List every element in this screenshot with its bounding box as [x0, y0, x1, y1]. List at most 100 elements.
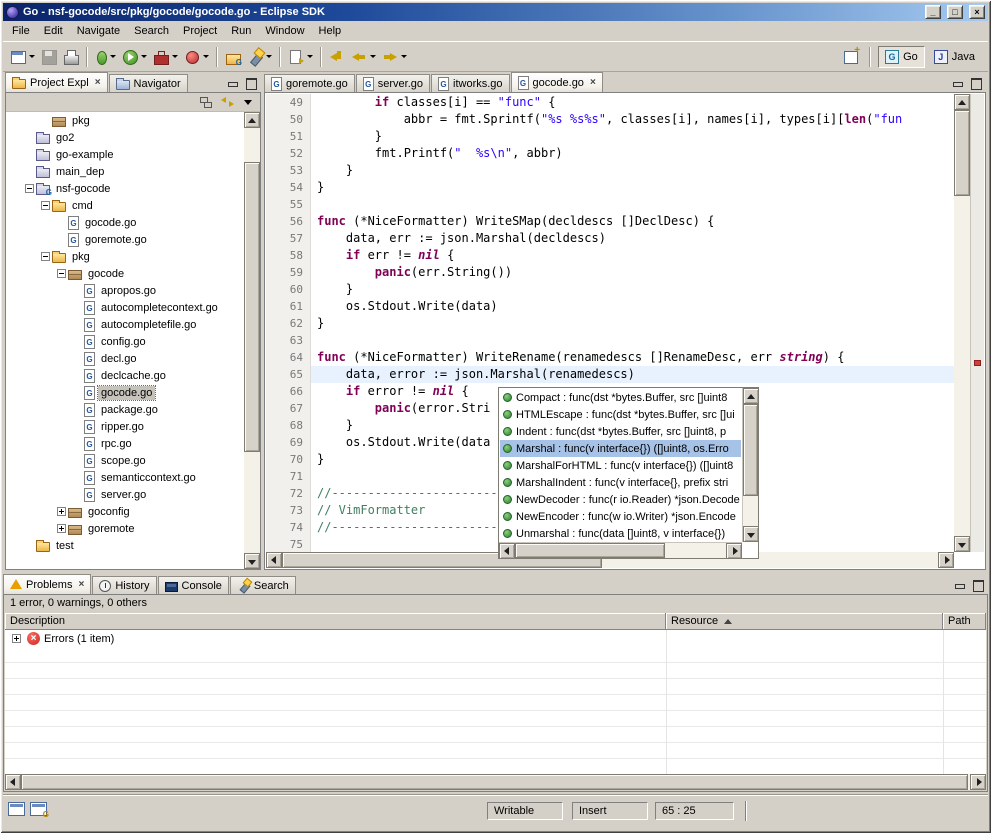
tree-item-config-go[interactable]: config.go — [6, 333, 244, 350]
completion-item-htmlescape[interactable]: HTMLEscape : func(dst *bytes.Buffer, src… — [500, 406, 741, 423]
view-maximize-button[interactable] — [970, 578, 986, 592]
tree-item-go2[interactable]: go2 — [6, 129, 244, 146]
tree-item-package-go[interactable]: package.go — [6, 401, 244, 418]
expand-icon[interactable] — [57, 507, 66, 516]
expand-icon[interactable] — [57, 524, 66, 533]
close-tab-icon[interactable]: × — [95, 78, 101, 88]
tree-item-main-dep[interactable]: main_dep — [6, 163, 244, 180]
tree-item-scope-go[interactable]: scope.go — [6, 452, 244, 469]
scroll-down-button[interactable] — [743, 526, 759, 542]
scroll-down-button[interactable] — [244, 553, 260, 569]
problems-horizontal-scrollbar[interactable] — [5, 774, 986, 790]
dropdown-arrow-icon[interactable] — [203, 55, 209, 58]
close-button[interactable]: × — [969, 5, 985, 19]
tree-item-ripper-go[interactable]: ripper.go — [6, 418, 244, 435]
scroll-right-button[interactable] — [726, 543, 742, 559]
forward-button[interactable] — [379, 45, 410, 69]
collapse-icon[interactable] — [57, 269, 66, 278]
completion-item-marshalindent[interactable]: MarshalIndent : func(v interface{}, pref… — [500, 474, 741, 491]
code-line-55[interactable]: 55 — [266, 196, 954, 213]
tree-item-decl-go[interactable]: decl.go — [6, 350, 244, 367]
tree-item-nsf-gocode[interactable]: nsf-gocode — [6, 180, 244, 197]
editor-tab-itworks-go[interactable]: itworks.go — [431, 74, 510, 92]
tree-item-cmd[interactable]: cmd — [6, 197, 244, 214]
code-line-59[interactable]: 59 panic(err.String()) — [266, 264, 954, 281]
dropdown-arrow-icon[interactable] — [141, 55, 147, 58]
dropdown-arrow-icon[interactable] — [29, 55, 35, 58]
profile-button[interactable] — [181, 45, 212, 69]
code-line-53[interactable]: 53 } — [266, 162, 954, 179]
menu-window[interactable]: Window — [258, 22, 311, 40]
tree-item-goremote[interactable]: goremote — [6, 520, 244, 537]
editor-vertical-scrollbar[interactable] — [954, 94, 970, 552]
collapse-all-button[interactable] — [197, 94, 215, 110]
scroll-track[interactable] — [244, 128, 260, 553]
menu-file[interactable]: File — [5, 22, 37, 40]
tree-item-autocompletefile-go[interactable]: autocompletefile.go — [6, 316, 244, 333]
menu-project[interactable]: Project — [176, 22, 224, 40]
tree-item-go-example[interactable]: go-example — [6, 146, 244, 163]
collapse-icon[interactable] — [25, 184, 34, 193]
tree-item-rpc-go[interactable]: rpc.go — [6, 435, 244, 452]
print-button[interactable] — [60, 45, 82, 69]
code-line-64[interactable]: 64func (*NiceFormatter) WriteRename(rena… — [266, 349, 954, 366]
scroll-track[interactable] — [21, 774, 970, 790]
code-line-51[interactable]: 51 } — [266, 128, 954, 145]
fast-view-icon[interactable] — [8, 802, 25, 816]
tree-item-pkg[interactable]: pkg — [6, 248, 244, 265]
view-tab-search[interactable]: Search — [230, 576, 296, 594]
view-tab-navigator[interactable]: Navigator — [109, 74, 188, 92]
perspective-java-button[interactable]: Java — [927, 46, 982, 68]
view-tab-history[interactable]: History — [92, 576, 156, 594]
code-line-62[interactable]: 62} — [266, 315, 954, 332]
dropdown-arrow-icon[interactable] — [266, 55, 272, 58]
new-go-element-button[interactable] — [222, 45, 244, 69]
completion-item-marshal[interactable]: Marshal : func(v interface{}) ([]uint8, … — [500, 440, 741, 457]
debug-button[interactable] — [92, 45, 119, 69]
tree-item-server-go[interactable]: server.go — [6, 486, 244, 503]
search-button[interactable] — [244, 45, 275, 69]
menu-help[interactable]: Help — [312, 22, 349, 40]
dropdown-arrow-icon[interactable] — [110, 55, 116, 58]
completion-item-compact[interactable]: Compact : func(dst *bytes.Buffer, src []… — [500, 389, 741, 406]
tree-item-goremote-go[interactable]: goremote.go — [6, 231, 244, 248]
open-perspective-button[interactable] — [840, 45, 862, 69]
column-header-path[interactable]: Path — [943, 613, 986, 630]
close-tab-icon[interactable]: × — [78, 580, 84, 590]
column-header-description[interactable]: Description — [5, 613, 666, 630]
problems-row-errors-1-item[interactable]: Errors (1 item) — [5, 630, 986, 647]
column-header-resource[interactable]: Resource — [666, 613, 943, 630]
view-tab-project-expl[interactable]: Project Expl× — [5, 72, 108, 92]
scroll-track[interactable] — [515, 543, 726, 558]
error-marker[interactable] — [974, 360, 981, 366]
view-tab-problems[interactable]: Problems× — [3, 574, 91, 594]
scroll-left-button[interactable] — [266, 552, 282, 568]
scroll-thumb[interactable] — [21, 774, 968, 790]
completion-item-unmarshal[interactable]: Unmarshal : func(data []uint8, v interfa… — [500, 525, 741, 541]
code-line-50[interactable]: 50 abbr = fmt.Sprintf("%s %s%s", classes… — [266, 111, 954, 128]
run-button[interactable] — [119, 45, 150, 69]
tree-item-apropos-go[interactable]: apropos.go — [6, 282, 244, 299]
dropdown-arrow-icon[interactable] — [307, 55, 313, 58]
code-line-57[interactable]: 57 data, err := json.Marshal(decldescs) — [266, 230, 954, 247]
menu-run[interactable]: Run — [224, 22, 258, 40]
tree-item-gocode[interactable]: gocode — [6, 265, 244, 282]
view-maximize-button[interactable] — [243, 76, 259, 90]
menu-edit[interactable]: Edit — [37, 22, 70, 40]
new-button[interactable] — [7, 45, 38, 69]
tree-item-semanticcontext-go[interactable]: semanticcontext.go — [6, 469, 244, 486]
close-tab-icon[interactable]: × — [590, 78, 596, 88]
tree-item-pkg[interactable]: pkg — [6, 112, 244, 129]
code-line-63[interactable]: 63 — [266, 332, 954, 349]
autocomplete-horizontal-scrollbar[interactable] — [499, 542, 742, 558]
go-shortcut-icon[interactable] — [30, 802, 47, 816]
dropdown-arrow-icon[interactable] — [172, 55, 178, 58]
scroll-left-button[interactable] — [499, 543, 515, 559]
overview-ruler[interactable] — [970, 94, 984, 552]
code-line-65[interactable]: 65 data, error := json.Marshal(renamedes… — [266, 366, 954, 383]
scroll-left-button[interactable] — [5, 774, 21, 790]
code-line-54[interactable]: 54} — [266, 179, 954, 196]
code-line-52[interactable]: 52 fmt.Printf(" %s\n", abbr) — [266, 145, 954, 162]
dropdown-arrow-icon[interactable] — [370, 55, 376, 58]
tree-vertical-scrollbar[interactable] — [244, 112, 260, 569]
